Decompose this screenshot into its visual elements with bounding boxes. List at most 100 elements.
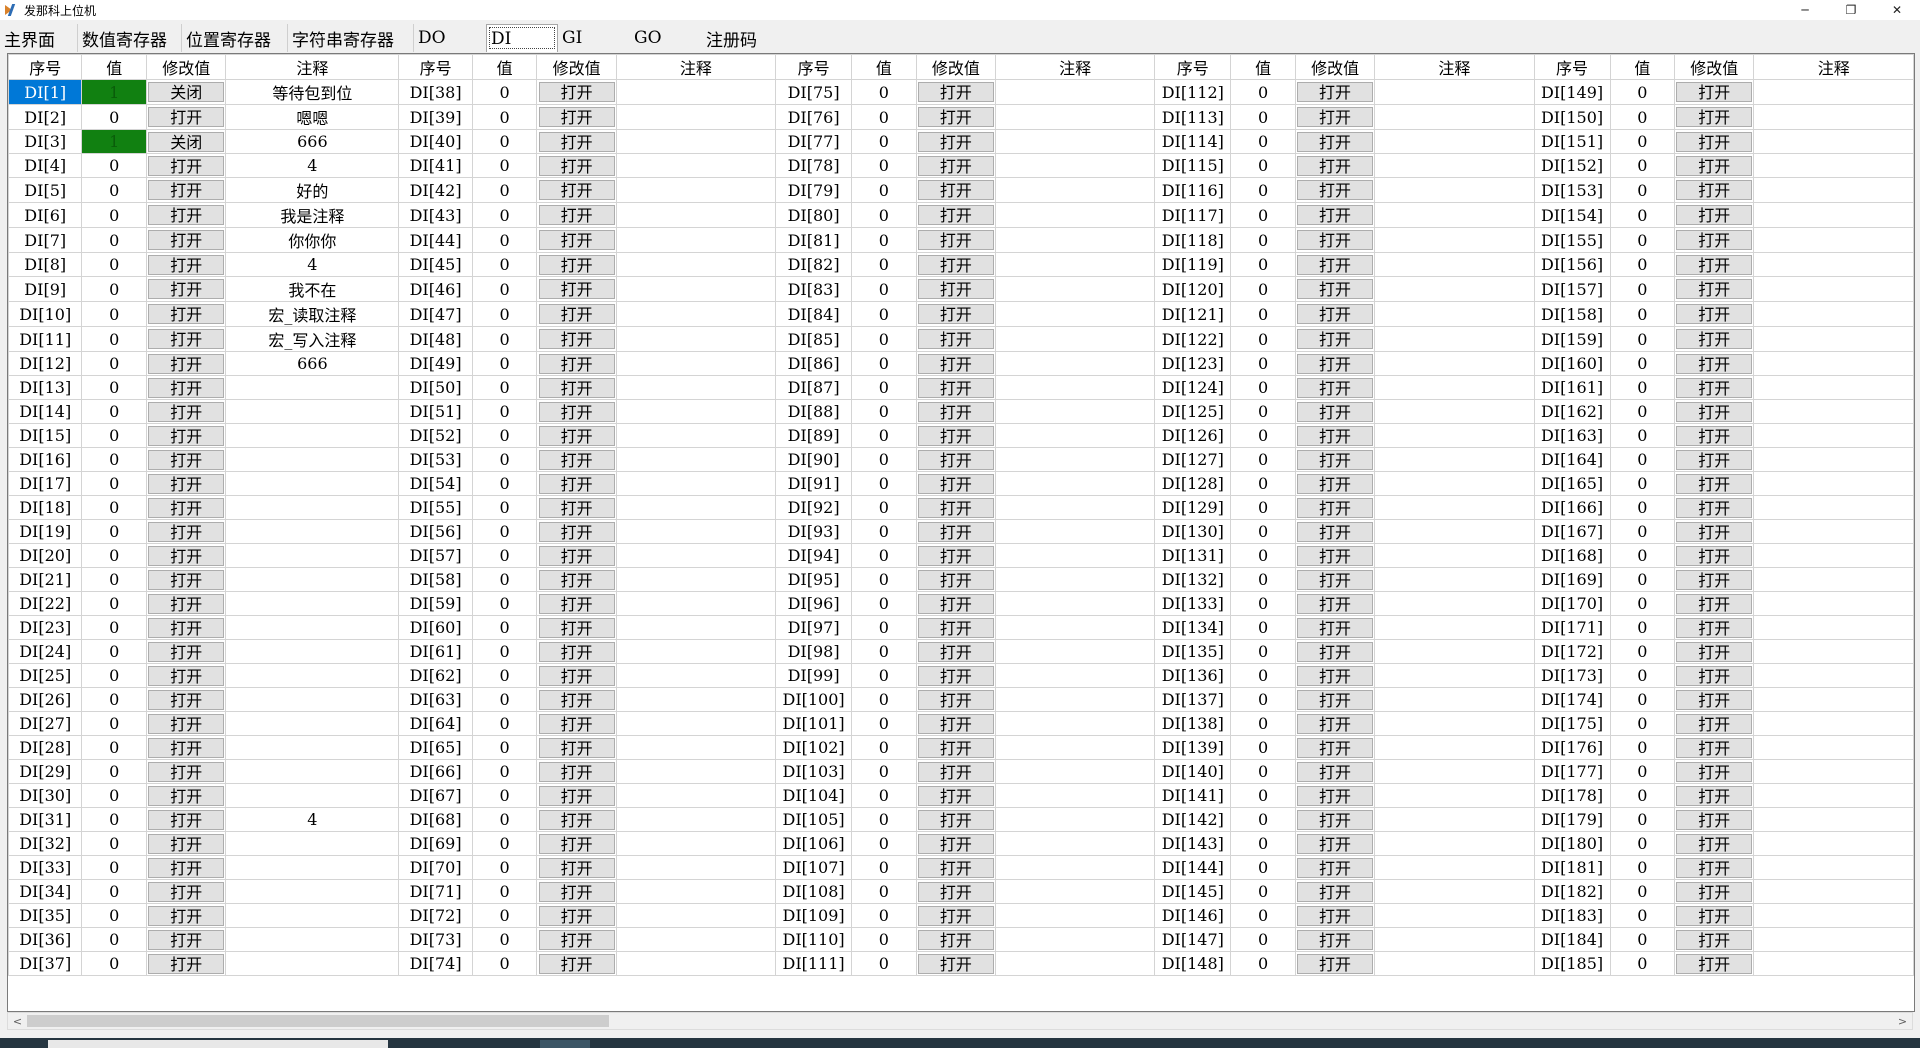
di-index-cell[interactable]: DI[68]	[398, 807, 473, 832]
open-toggle-button[interactable]: 打开	[917, 521, 994, 542]
di-index-cell[interactable]: DI[12]	[8, 351, 83, 376]
di-index-cell[interactable]: DI[28]	[8, 735, 83, 760]
open-toggle-button[interactable]: 打开	[917, 545, 994, 566]
di-index-cell[interactable]: DI[79]	[775, 177, 853, 203]
open-toggle-button[interactable]: 打开	[148, 497, 225, 518]
di-comment-cell[interactable]	[225, 927, 400, 952]
di-comment-cell[interactable]	[1374, 104, 1535, 130]
di-comment-cell[interactable]	[1753, 471, 1914, 496]
di-comment-cell[interactable]	[615, 591, 777, 616]
di-comment-cell[interactable]	[994, 129, 1156, 154]
di-index-cell[interactable]: DI[152]	[1533, 153, 1611, 178]
open-toggle-button[interactable]: 打开	[538, 617, 615, 638]
di-index-cell[interactable]: DI[146]	[1154, 903, 1232, 928]
di-index-cell[interactable]: DI[8]	[8, 252, 83, 277]
di-index-cell[interactable]: DI[105]	[775, 807, 853, 832]
open-toggle-button[interactable]: 打开	[148, 473, 225, 494]
open-toggle-button[interactable]: 打开	[148, 155, 225, 176]
di-index-cell[interactable]: DI[109]	[775, 903, 853, 928]
di-comment-cell[interactable]	[1753, 591, 1914, 616]
di-comment-cell[interactable]	[225, 687, 400, 712]
di-index-cell[interactable]: DI[125]	[1154, 399, 1232, 424]
di-index-cell[interactable]: DI[98]	[775, 639, 853, 664]
tab-position-register[interactable]: 位置寄存器	[182, 24, 288, 52]
open-toggle-button[interactable]: 打开	[917, 254, 994, 275]
di-index-cell[interactable]: DI[106]	[775, 831, 853, 856]
di-index-cell[interactable]: DI[145]	[1154, 879, 1232, 904]
di-comment-cell[interactable]	[615, 735, 777, 760]
open-toggle-button[interactable]: 打开	[538, 401, 615, 422]
di-index-cell[interactable]: DI[114]	[1154, 129, 1232, 154]
di-comment-cell[interactable]	[1374, 326, 1535, 352]
di-comment-cell[interactable]	[615, 202, 777, 228]
di-index-cell[interactable]: DI[17]	[8, 471, 83, 496]
di-index-cell[interactable]: DI[53]	[398, 447, 473, 472]
di-index-cell[interactable]: DI[161]	[1533, 375, 1611, 400]
di-comment-cell[interactable]	[615, 79, 777, 105]
di-index-cell[interactable]: DI[73]	[398, 927, 473, 952]
di-index-cell[interactable]: DI[111]	[775, 951, 853, 976]
di-index-cell[interactable]: DI[148]	[1154, 951, 1232, 976]
open-toggle-button[interactable]: 打开	[1676, 155, 1753, 176]
di-comment-cell[interactable]	[1374, 399, 1535, 424]
di-index-cell[interactable]: DI[139]	[1154, 735, 1232, 760]
di-comment-cell[interactable]	[1374, 227, 1535, 253]
open-toggle-button[interactable]: 打开	[538, 107, 615, 127]
open-toggle-button[interactable]: 打开	[917, 809, 994, 830]
di-comment-cell[interactable]	[994, 202, 1156, 228]
open-toggle-button[interactable]: 打开	[148, 377, 225, 398]
open-toggle-button[interactable]: 打开	[917, 497, 994, 518]
di-comment-cell[interactable]	[615, 399, 777, 424]
di-index-cell[interactable]: DI[11]	[8, 326, 83, 352]
di-comment-cell[interactable]	[1753, 735, 1914, 760]
open-toggle-button[interactable]: 打开	[538, 425, 615, 446]
di-comment-cell[interactable]	[1374, 177, 1535, 203]
di-index-cell[interactable]: DI[3]	[8, 129, 83, 154]
di-comment-cell[interactable]	[225, 591, 400, 616]
di-index-cell[interactable]: DI[27]	[8, 711, 83, 736]
open-toggle-button[interactable]: 打开	[1676, 857, 1753, 878]
di-comment-cell[interactable]	[1753, 543, 1914, 568]
open-toggle-button[interactable]: 打开	[917, 353, 994, 374]
di-comment-cell[interactable]	[1753, 252, 1914, 277]
open-toggle-button[interactable]: 打开	[917, 304, 994, 324]
di-index-cell[interactable]: DI[101]	[775, 711, 853, 736]
di-index-cell[interactable]: DI[85]	[775, 326, 853, 352]
di-index-cell[interactable]: DI[46]	[398, 276, 473, 302]
di-comment-cell[interactable]	[1374, 807, 1535, 832]
open-toggle-button[interactable]: 打开	[917, 180, 994, 200]
open-toggle-button[interactable]: 打开	[1297, 82, 1374, 102]
di-index-cell[interactable]: DI[77]	[775, 129, 853, 154]
di-index-cell[interactable]: DI[171]	[1533, 615, 1611, 640]
open-toggle-button[interactable]: 打开	[1676, 230, 1753, 250]
di-comment-cell[interactable]	[1753, 177, 1914, 203]
di-comment-cell[interactable]	[994, 663, 1156, 688]
open-toggle-button[interactable]: 打开	[148, 905, 225, 926]
di-comment-cell[interactable]	[994, 153, 1156, 178]
di-index-cell[interactable]: DI[178]	[1533, 783, 1611, 808]
di-index-cell[interactable]: DI[37]	[8, 951, 83, 976]
di-index-cell[interactable]: DI[44]	[398, 227, 473, 253]
di-index-cell[interactable]: DI[5]	[8, 177, 83, 203]
di-index-cell[interactable]: DI[158]	[1533, 301, 1611, 327]
di-comment-cell[interactable]	[1374, 543, 1535, 568]
open-toggle-button[interactable]: 打开	[538, 473, 615, 494]
open-toggle-button[interactable]: 打开	[1297, 131, 1374, 152]
open-toggle-button[interactable]: 打开	[917, 833, 994, 854]
di-comment-cell[interactable]	[1374, 153, 1535, 178]
di-index-cell[interactable]: DI[170]	[1533, 591, 1611, 616]
open-toggle-button[interactable]: 打开	[917, 953, 994, 974]
di-comment-cell[interactable]	[1374, 375, 1535, 400]
di-comment-cell[interactable]	[1374, 615, 1535, 640]
di-index-cell[interactable]: DI[130]	[1154, 519, 1232, 544]
taskbar-item[interactable]	[48, 1040, 388, 1048]
di-comment-cell[interactable]	[225, 783, 400, 808]
di-index-cell[interactable]: DI[64]	[398, 711, 473, 736]
di-index-cell[interactable]: DI[144]	[1154, 855, 1232, 880]
di-index-cell[interactable]: DI[165]	[1533, 471, 1611, 496]
di-comment-cell[interactable]	[994, 783, 1156, 808]
di-comment-cell[interactable]	[1753, 423, 1914, 448]
open-toggle-button[interactable]: 打开	[538, 953, 615, 974]
open-toggle-button[interactable]: 打开	[538, 641, 615, 662]
open-toggle-button[interactable]: 打开	[148, 881, 225, 902]
